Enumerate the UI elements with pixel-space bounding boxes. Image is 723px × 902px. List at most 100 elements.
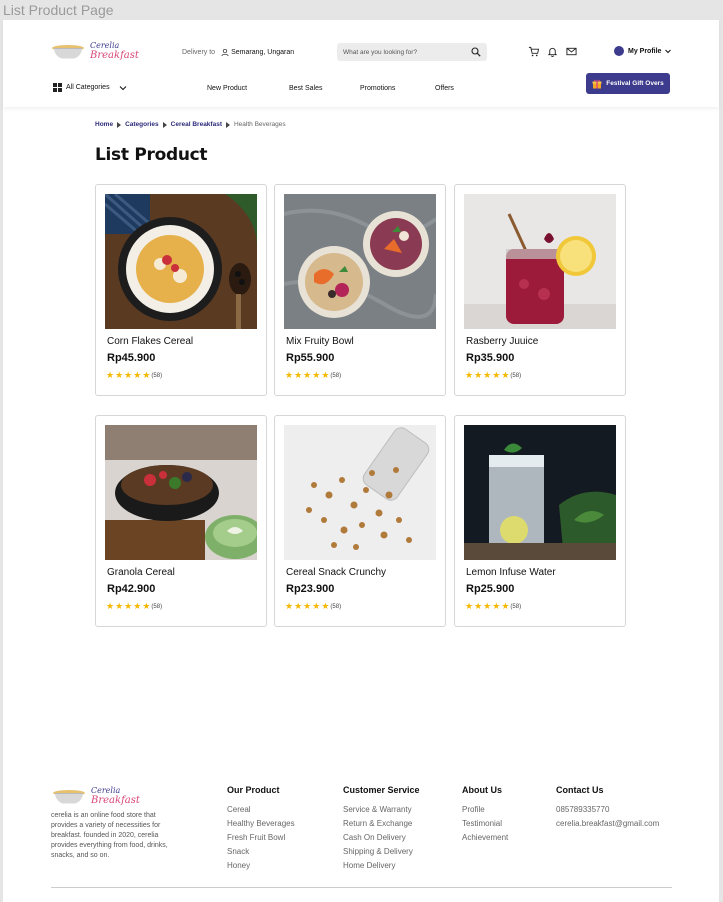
product-name[interactable]: Mix Fruity Bowl — [286, 336, 354, 347]
footer-link[interactable]: Return & Exchange — [343, 819, 420, 828]
footer-link[interactable]: Home Delivery — [343, 861, 420, 870]
star-icon: ★ — [294, 370, 303, 380]
footer-heading: About Us — [462, 785, 502, 795]
product-rating: ★ ★ ★ ★ ★ (58) — [465, 602, 521, 611]
product-card[interactable]: Lemon Infuse Water Rp25.900 ★ ★ ★ ★ ★ (58) — [454, 415, 626, 627]
grid-icon — [53, 83, 62, 92]
breadcrumb-categories[interactable]: Categories — [125, 121, 159, 128]
profile-menu[interactable]: My Profile — [614, 46, 672, 56]
logo[interactable]: Cerelia Breakfast — [52, 42, 139, 61]
breadcrumb-cereal-breakfast[interactable]: Cereal Breakfast — [171, 121, 222, 128]
product-rating: ★ ★ ★ ★ ★ (58) — [106, 371, 162, 380]
logo-line2: Breakfast — [90, 50, 139, 61]
star-icon: ★ — [501, 370, 510, 380]
footer-link[interactable]: Cash On Delivery — [343, 833, 420, 842]
star-icon: ★ — [142, 370, 151, 380]
product-price: Rp35.900 — [466, 352, 515, 364]
all-categories-dropdown[interactable]: All Categories — [53, 83, 127, 92]
footer-email[interactable]: cerelia.breakfast@gmail.com — [556, 819, 659, 828]
footer-link[interactable]: Snack — [227, 847, 295, 856]
logo-bowl-icon — [52, 43, 84, 61]
footer-contact-us: Contact Us 085789335770 cerelia.breakfas… — [556, 785, 659, 833]
product-image — [464, 194, 616, 329]
product-name[interactable]: Rasberry Juuice — [466, 336, 538, 347]
page: Cerelia Breakfast Delivery to Semarang, … — [3, 20, 719, 902]
star-icon: ★ — [492, 370, 501, 380]
product-image — [105, 425, 257, 560]
search-icon[interactable] — [471, 47, 481, 57]
star-icon: ★ — [115, 601, 124, 611]
star-icon: ★ — [303, 370, 312, 380]
bell-icon[interactable] — [547, 46, 558, 57]
footer-link[interactable]: Honey — [227, 861, 295, 870]
footer-link[interactable]: Healthy Beverages — [227, 819, 295, 828]
star-icon: ★ — [465, 601, 474, 611]
footer-link[interactable]: Fresh Fruit Bowl — [227, 833, 295, 842]
product-card[interactable]: Corn Flakes Cereal Rp45.900 ★ ★ ★ ★ ★ (58) — [95, 184, 267, 396]
star-icon: ★ — [483, 601, 492, 611]
product-name[interactable]: Corn Flakes Cereal — [107, 336, 193, 347]
footer-link[interactable]: Shipping & Delivery — [343, 847, 420, 856]
star-icon: ★ — [285, 370, 294, 380]
festival-gift-button[interactable]: Festival Gift Overs — [586, 73, 670, 94]
nav-new-product[interactable]: New Product — [207, 85, 247, 92]
star-icon: ★ — [321, 601, 330, 611]
product-name[interactable]: Lemon Infuse Water — [466, 567, 556, 578]
product-card[interactable]: Granola Cereal Rp42.900 ★ ★ ★ ★ ★ (58) — [95, 415, 267, 627]
product-rating: ★ ★ ★ ★ ★ (58) — [285, 371, 341, 380]
star-icon: ★ — [483, 370, 492, 380]
product-card[interactable]: Cereal Snack Crunchy Rp23.900 ★ ★ ★ ★ ★ (58) — [274, 415, 446, 627]
star-icon: ★ — [115, 370, 124, 380]
search-input[interactable] — [343, 48, 453, 56]
footer-link[interactable]: Service & Warranty — [343, 805, 420, 814]
product-price: Rp55.900 — [286, 352, 335, 364]
footer-phone[interactable]: 085789335770 — [556, 805, 659, 814]
review-count: (58) — [151, 603, 163, 610]
footer-customer-service: Customer Service Service & Warranty Retu… — [343, 785, 420, 875]
logo-bowl-icon — [53, 788, 85, 806]
product-image — [464, 425, 616, 560]
review-count: (58) — [330, 372, 342, 379]
footer-link[interactable]: Achievement — [462, 833, 508, 842]
star-icon: ★ — [321, 370, 330, 380]
cart-icon[interactable] — [528, 46, 539, 57]
product-rating: ★ ★ ★ ★ ★ (58) — [106, 602, 162, 611]
star-icon: ★ — [124, 370, 133, 380]
festival-gift-label: Festival Gift Overs — [606, 80, 664, 87]
footer-logo-line2: Breakfast — [91, 795, 140, 806]
star-icon: ★ — [133, 370, 142, 380]
footer-about-us: About Us Profile Testimonial Achievement — [462, 785, 508, 847]
footer-logo[interactable]: Cerelia Breakfast — [53, 787, 140, 806]
footer-link[interactable]: Testimonial — [462, 819, 508, 828]
product-name[interactable]: Cereal Snack Crunchy — [286, 567, 386, 578]
product-name[interactable]: Granola Cereal — [107, 567, 175, 578]
product-price: Rp25.900 — [466, 583, 515, 595]
breadcrumb-home[interactable]: Home — [95, 121, 113, 128]
nav-offers[interactable]: Offers — [435, 85, 454, 92]
product-card[interactable]: Rasberry Juuice Rp35.900 ★ ★ ★ ★ ★ (58) — [454, 184, 626, 396]
star-icon: ★ — [133, 601, 142, 611]
star-icon: ★ — [312, 370, 321, 380]
footer-description: cerelia is an online food store that pro… — [51, 812, 168, 859]
footer-link[interactable]: Cereal — [227, 805, 295, 814]
gift-icon — [592, 79, 602, 88]
star-icon: ★ — [465, 370, 474, 380]
star-icon: ★ — [303, 601, 312, 611]
product-price: Rp23.900 — [286, 583, 335, 595]
nav-promotions[interactable]: Promotions — [360, 85, 395, 92]
breadcrumb-current: Health Beverages — [233, 121, 286, 128]
star-icon: ★ — [501, 601, 510, 611]
footer-link[interactable]: Profile — [462, 805, 508, 814]
profile-label: My Profile — [628, 47, 662, 55]
chevron-down-icon — [119, 85, 126, 90]
delivery-location[interactable]: Semarang, Ungaran — [221, 48, 294, 57]
product-card[interactable]: Mix Fruity Bowl Rp55.900 ★ ★ ★ ★ ★ (58) — [274, 184, 446, 396]
product-rating: ★ ★ ★ ★ ★ (58) — [285, 602, 341, 611]
mail-icon[interactable] — [566, 46, 577, 57]
logo-line1: Cerelia — [90, 41, 120, 50]
product-price: Rp42.900 — [107, 583, 156, 595]
nav-best-sales[interactable]: Best Sales — [289, 85, 322, 92]
footer-heading: Our Product — [227, 785, 280, 795]
star-icon: ★ — [474, 601, 483, 611]
header-icons — [528, 46, 577, 57]
